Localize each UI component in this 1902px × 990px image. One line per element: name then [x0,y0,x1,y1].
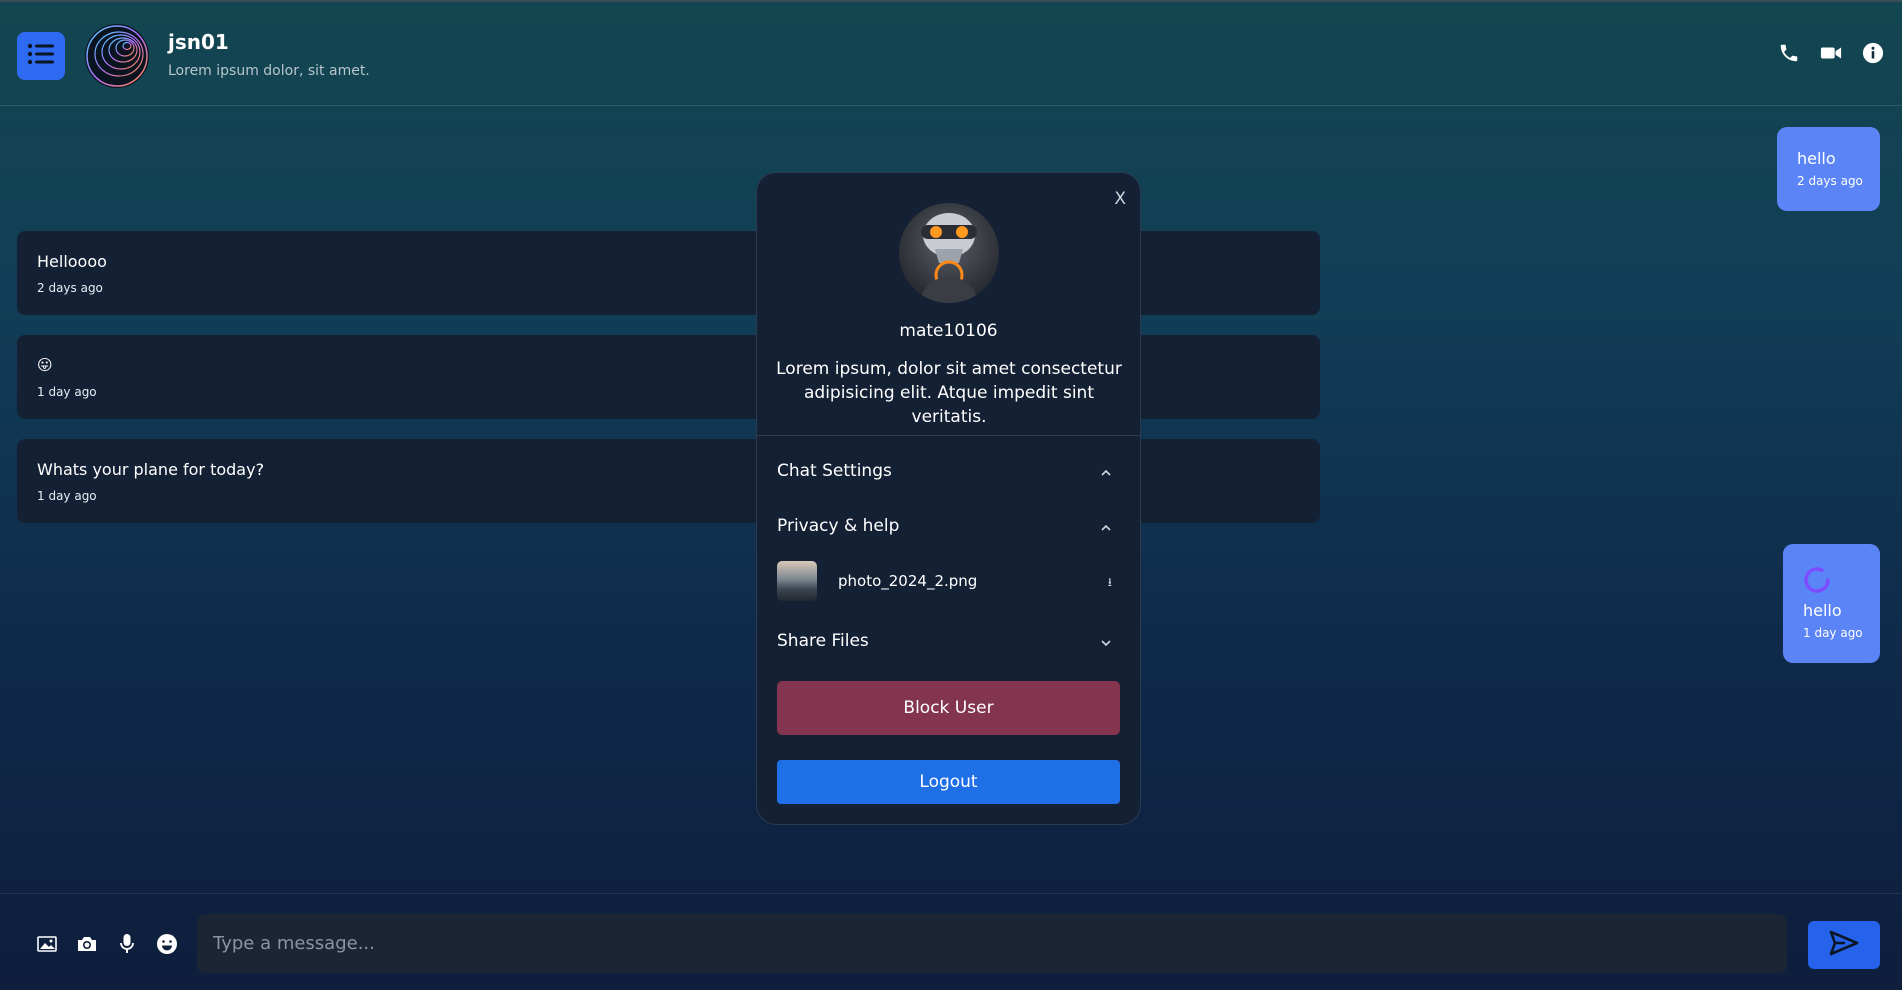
file-thumbnail [777,561,817,601]
profile-panel: X mate10106 Lorem ipsum, dolor sit amet … [756,172,1141,825]
emoji-icon[interactable] [156,933,178,955]
chevron-up-icon [1099,520,1113,534]
message-time: 2 days ago [37,281,103,295]
contact-name: jsn01 [168,30,229,54]
chevron-up-icon [1099,465,1113,479]
block-user-button[interactable]: Block User [777,681,1120,735]
file-name: photo_2024_2.png [838,572,978,590]
microphone-icon[interactable] [116,933,138,955]
logout-button[interactable]: Logout [777,760,1120,804]
user-bio: Lorem ipsum, dolor sit amet consectetur … [776,359,1122,427]
section-share-files[interactable]: Share Files [777,631,1121,655]
download-icon[interactable]: ⭳ [1108,573,1112,594]
chevron-down-icon [1099,635,1113,649]
loading-spinner-icon [1802,565,1832,599]
close-button[interactable]: X [1114,189,1126,209]
menu-list-icon [27,42,55,70]
message-input[interactable] [197,914,1787,973]
section-label: Share Files [777,631,869,651]
camera-icon[interactable] [76,933,98,955]
info-icon[interactable] [1862,42,1884,64]
contact-status: Lorem ipsum dolor, sit amet. [168,63,370,79]
chat-header: jsn01 Lorem ipsum dolor, sit amet. [0,0,1902,106]
section-label: Chat Settings [777,461,892,481]
image-icon[interactable] [36,933,58,955]
message-text: hello [1797,149,1836,168]
contact-avatar[interactable] [85,24,149,88]
message-bubble-own: hello 1 day ago [1783,544,1880,663]
send-button[interactable] [1808,921,1880,969]
message-time: 1 day ago [1803,626,1863,640]
shared-file-item[interactable]: photo_2024_2.png ⭳ [777,561,1121,603]
username: mate10106 [899,321,998,341]
message-text: Whats your plane for today? [37,460,265,479]
send-icon [1829,930,1859,960]
message-text: Helloooo [37,252,107,271]
user-avatar [899,203,999,303]
menu-button[interactable] [17,32,65,80]
section-label: Privacy & help [777,516,900,536]
header-actions [1778,42,1884,64]
message-time: 1 day ago [37,385,97,399]
divider [757,435,1140,436]
section-chat-settings[interactable]: Chat Settings [777,461,1121,485]
video-icon[interactable] [1820,42,1842,64]
message-time: 2 days ago [1797,174,1863,188]
message-time: 1 day ago [37,489,97,503]
message-emoji: 😛 [37,356,53,374]
message-text: hello [1803,601,1842,620]
section-privacy-help[interactable]: Privacy & help [777,516,1121,540]
message-bubble-own: hello 2 days ago [1777,127,1880,211]
phone-icon[interactable] [1778,42,1800,64]
